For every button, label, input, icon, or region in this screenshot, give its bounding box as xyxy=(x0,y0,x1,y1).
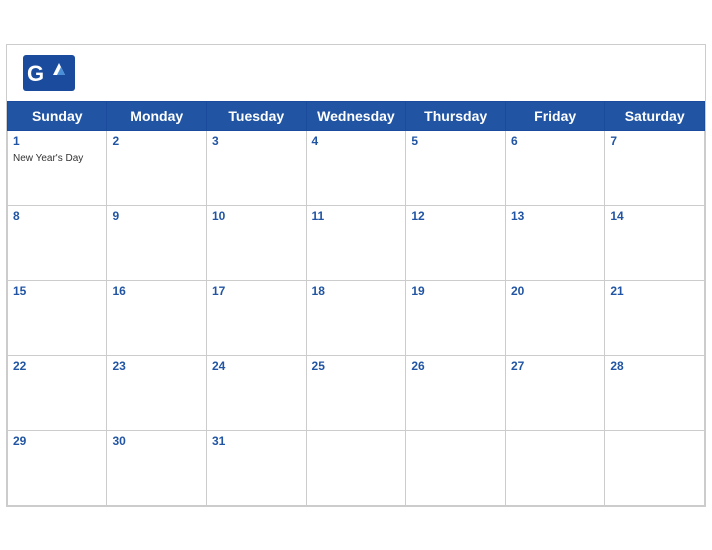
day-number: 16 xyxy=(112,284,201,298)
day-number: 27 xyxy=(511,359,599,373)
day-cell-21-2-6: 21 xyxy=(605,280,705,355)
day-cell-17-2-2: 17 xyxy=(206,280,306,355)
day-cell-30-4-1: 30 xyxy=(107,430,207,505)
day-cell-26-3-4: 26 xyxy=(406,355,506,430)
day-number: 13 xyxy=(511,209,599,223)
day-number: 22 xyxy=(13,359,101,373)
calendar-table: SundayMondayTuesdayWednesdayThursdayFrid… xyxy=(7,101,705,506)
day-event: New Year's Day xyxy=(13,153,83,164)
day-cell-24-3-2: 24 xyxy=(206,355,306,430)
day-cell-8-1-0: 8 xyxy=(8,205,107,280)
calendar-header: G xyxy=(7,45,705,101)
day-number: 15 xyxy=(13,284,101,298)
day-cell-28-3-6: 28 xyxy=(605,355,705,430)
header-day-wednesday: Wednesday xyxy=(306,101,406,130)
calendar-container: G SundayMondayTuesdayWednesdayThursdayFr… xyxy=(6,44,706,507)
logo-area: G xyxy=(23,55,75,93)
day-cell-2-0-1: 2 xyxy=(107,130,207,205)
day-number: 29 xyxy=(13,434,101,448)
day-cell-19-2-4: 19 xyxy=(406,280,506,355)
svg-text:G: G xyxy=(27,61,44,86)
day-number: 5 xyxy=(411,134,500,148)
day-number: 23 xyxy=(112,359,201,373)
day-cell-6-0-5: 6 xyxy=(506,130,605,205)
day-cell-31-4-2: 31 xyxy=(206,430,306,505)
day-cell-10-1-2: 10 xyxy=(206,205,306,280)
day-cell-29-4-0: 29 xyxy=(8,430,107,505)
day-number: 19 xyxy=(411,284,500,298)
day-number: 28 xyxy=(610,359,699,373)
week-row-3: 15 16 17 18 19 20 21 xyxy=(8,280,705,355)
day-number: 2 xyxy=(112,134,201,148)
header-day-tuesday: Tuesday xyxy=(206,101,306,130)
day-cell-4-0-3: 4 xyxy=(306,130,406,205)
day-number: 14 xyxy=(610,209,699,223)
day-cell-25-3-3: 25 xyxy=(306,355,406,430)
day-number: 3 xyxy=(212,134,301,148)
day-cell-11-1-3: 11 xyxy=(306,205,406,280)
day-cell-7-0-6: 7 xyxy=(605,130,705,205)
day-number: 8 xyxy=(13,209,101,223)
day-cell-12-1-4: 12 xyxy=(406,205,506,280)
day-number: 12 xyxy=(411,209,500,223)
day-cell-empty-4-4 xyxy=(406,430,506,505)
day-number: 31 xyxy=(212,434,301,448)
day-cell-5-0-4: 5 xyxy=(406,130,506,205)
day-cell-23-3-1: 23 xyxy=(107,355,207,430)
day-number: 6 xyxy=(511,134,599,148)
day-cell-27-3-5: 27 xyxy=(506,355,605,430)
day-number: 7 xyxy=(610,134,699,148)
day-number: 18 xyxy=(312,284,401,298)
day-number: 10 xyxy=(212,209,301,223)
day-cell-13-1-5: 13 xyxy=(506,205,605,280)
header-day-monday: Monday xyxy=(107,101,207,130)
header-day-thursday: Thursday xyxy=(406,101,506,130)
day-number: 11 xyxy=(312,209,401,223)
week-row-4: 22 23 24 25 26 27 28 xyxy=(8,355,705,430)
day-cell-9-1-1: 9 xyxy=(107,205,207,280)
day-cell-14-1-6: 14 xyxy=(605,205,705,280)
day-cell-3-0-2: 3 xyxy=(206,130,306,205)
day-number: 25 xyxy=(312,359,401,373)
day-number: 21 xyxy=(610,284,699,298)
logo-icon: G xyxy=(23,55,75,91)
day-number: 30 xyxy=(112,434,201,448)
day-number: 17 xyxy=(212,284,301,298)
day-number: 9 xyxy=(112,209,201,223)
header-day-saturday: Saturday xyxy=(605,101,705,130)
day-cell-18-2-3: 18 xyxy=(306,280,406,355)
day-cell-empty-4-6 xyxy=(605,430,705,505)
days-header-row: SundayMondayTuesdayWednesdayThursdayFrid… xyxy=(8,101,705,130)
day-number: 24 xyxy=(212,359,301,373)
day-number: 26 xyxy=(411,359,500,373)
day-cell-empty-4-5 xyxy=(506,430,605,505)
day-cell-16-2-1: 16 xyxy=(107,280,207,355)
day-cell-15-2-0: 15 xyxy=(8,280,107,355)
week-row-5: 29 30 31 xyxy=(8,430,705,505)
week-row-2: 89 10 11 12 13 14 xyxy=(8,205,705,280)
week-row-1: 1 New Year's Day 234567 xyxy=(8,130,705,205)
day-cell-1-0-0: 1 New Year's Day xyxy=(8,130,107,205)
day-cell-22-3-0: 22 xyxy=(8,355,107,430)
day-number: 1 xyxy=(13,134,101,148)
day-number: 4 xyxy=(312,134,401,148)
header-day-friday: Friday xyxy=(506,101,605,130)
day-number: 20 xyxy=(511,284,599,298)
day-cell-empty-4-3 xyxy=(306,430,406,505)
header-day-sunday: Sunday xyxy=(8,101,107,130)
day-cell-20-2-5: 20 xyxy=(506,280,605,355)
